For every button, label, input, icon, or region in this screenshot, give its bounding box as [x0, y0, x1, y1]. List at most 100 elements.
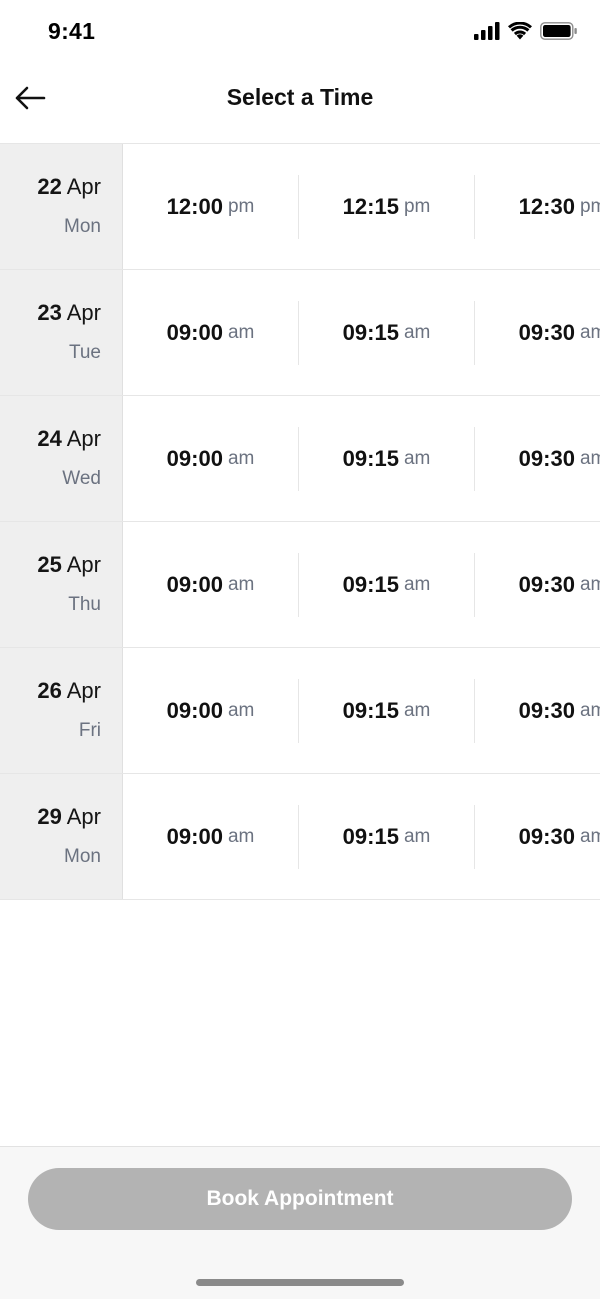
cellular-signal-icon [474, 22, 500, 45]
time-slot[interactable]: 12:30 pm [475, 175, 600, 239]
time-slot[interactable]: 09:30 am [475, 805, 600, 869]
date-cell: 26 Apr Fri [0, 648, 123, 773]
time-slots: 12:00 pm 12:15 pm 12:30 pm [123, 144, 600, 269]
month-label: Apr [66, 804, 101, 829]
slot-period: am [579, 321, 600, 343]
weekday-label: Mon [64, 846, 101, 867]
slot-time: 09:00 [166, 823, 223, 849]
wifi-icon [508, 21, 532, 45]
slot-period: am [579, 447, 600, 469]
time-slots: 09:00 am 09:15 am 09:30 am [123, 774, 600, 899]
slot-time: 09:15 [342, 823, 399, 849]
slot-period: pm [227, 195, 255, 217]
slot-period: am [227, 447, 255, 469]
slot-period: am [227, 825, 255, 847]
time-slot[interactable]: 09:15 am [299, 300, 475, 365]
time-slot[interactable]: 09:00 am [123, 426, 299, 491]
slot-period: am [403, 447, 431, 469]
page-title: Select a Time [226, 84, 374, 110]
time-slot[interactable]: 09:00 am [123, 804, 299, 869]
slot-time: 09:30 [518, 445, 575, 471]
time-slot[interactable]: 09:30 am [475, 553, 600, 617]
slot-period: pm [403, 195, 431, 217]
month-label: Apr [66, 300, 101, 325]
time-slots: 09:00 am 09:15 am 09:30 am [123, 396, 600, 521]
slot-time: 12:30 [518, 193, 575, 219]
time-slot[interactable]: 09:00 am [123, 552, 299, 617]
slot-period: am [403, 825, 431, 847]
slot-time: 09:15 [342, 319, 399, 345]
date-cell: 23 Apr Tue [0, 270, 123, 395]
time-slots: 09:00 am 09:15 am 09:30 am [123, 648, 600, 773]
time-slots: 09:00 am 09:15 am 09:30 am [123, 522, 600, 647]
slot-time: 09:30 [518, 319, 575, 345]
battery-icon [540, 22, 578, 45]
status-icons [474, 21, 578, 45]
time-slot[interactable]: 12:00 pm [123, 174, 299, 239]
slot-time: 09:15 [342, 445, 399, 471]
schedule-grid: 22 Apr Mon 12:00 pm 12:15 pm 12:30 pm 23 [0, 144, 600, 900]
slot-time: 12:00 [166, 193, 223, 219]
day-number: 25 [37, 552, 62, 577]
slot-period: am [227, 321, 255, 343]
day-number: 26 [37, 678, 62, 703]
day-row: 29 Apr Mon 09:00 am 09:15 am 09:30 am [0, 774, 600, 900]
time-slot[interactable]: 09:15 am [299, 426, 475, 491]
time-slot[interactable]: 09:30 am [475, 679, 600, 743]
date-cell: 25 Apr Thu [0, 522, 123, 647]
day-row: 26 Apr Fri 09:00 am 09:15 am 09:30 am [0, 648, 600, 774]
time-slot[interactable]: 12:15 pm [299, 174, 475, 239]
day-number: 23 [37, 300, 62, 325]
time-slot[interactable]: 09:30 am [475, 427, 600, 491]
month-label: Apr [66, 552, 101, 577]
slot-period: am [579, 699, 600, 721]
slot-period: am [227, 699, 255, 721]
date-cell: 24 Apr Wed [0, 396, 123, 521]
slot-time: 09:30 [518, 697, 575, 723]
home-indicator [196, 1279, 404, 1286]
status-time: 9:41 [48, 18, 96, 44]
slot-period: am [403, 573, 431, 595]
bottom-bar: Book Appointment [0, 1146, 600, 1299]
slot-period: am [403, 699, 431, 721]
time-slot[interactable]: 09:15 am [299, 678, 475, 743]
slot-time: 09:30 [518, 571, 575, 597]
time-slot[interactable]: 09:30 am [475, 301, 600, 365]
date-cell: 22 Apr Mon [0, 144, 123, 269]
slot-time: 09:30 [518, 823, 575, 849]
weekday-label: Wed [62, 468, 101, 489]
weekday-label: Thu [68, 594, 101, 615]
slot-time: 09:00 [166, 697, 223, 723]
day-row: 22 Apr Mon 12:00 pm 12:15 pm 12:30 pm [0, 144, 600, 270]
slot-period: pm [579, 195, 600, 217]
day-row: 23 Apr Tue 09:00 am 09:15 am 09:30 am [0, 270, 600, 396]
slot-time: 09:00 [166, 571, 223, 597]
weekday-label: Fri [78, 720, 101, 741]
time-slot[interactable]: 09:00 am [123, 300, 299, 365]
slot-time: 09:15 [342, 697, 399, 723]
day-number: 22 [37, 174, 62, 199]
date-cell: 29 Apr Mon [0, 774, 123, 899]
slot-time: 09:15 [342, 571, 399, 597]
weekday-label: Tue [68, 342, 101, 363]
slot-period: am [403, 321, 431, 343]
time-slot[interactable]: 09:15 am [299, 552, 475, 617]
weekday-label: Mon [64, 216, 101, 237]
month-label: Apr [66, 426, 101, 451]
book-appointment-button[interactable]: Book Appointment [28, 1168, 572, 1230]
slot-period: am [579, 573, 600, 595]
status-bar: 9:41 [0, 0, 600, 64]
day-row: 24 Apr Wed 09:00 am 09:15 am 09:30 am [0, 396, 600, 522]
month-label: Apr [66, 678, 101, 703]
day-number: 24 [37, 426, 62, 451]
day-row: 25 Apr Thu 09:00 am 09:15 am 09:30 am [0, 522, 600, 648]
slot-time: 12:15 [342, 193, 399, 219]
slot-time: 09:00 [166, 319, 223, 345]
month-label: Apr [66, 174, 101, 199]
header: Select a Time [0, 64, 600, 144]
time-slot[interactable]: 09:00 am [123, 678, 299, 743]
time-slot[interactable]: 09:15 am [299, 804, 475, 869]
slot-period: am [579, 825, 600, 847]
day-number: 29 [37, 804, 62, 829]
slot-time: 09:00 [166, 445, 223, 471]
